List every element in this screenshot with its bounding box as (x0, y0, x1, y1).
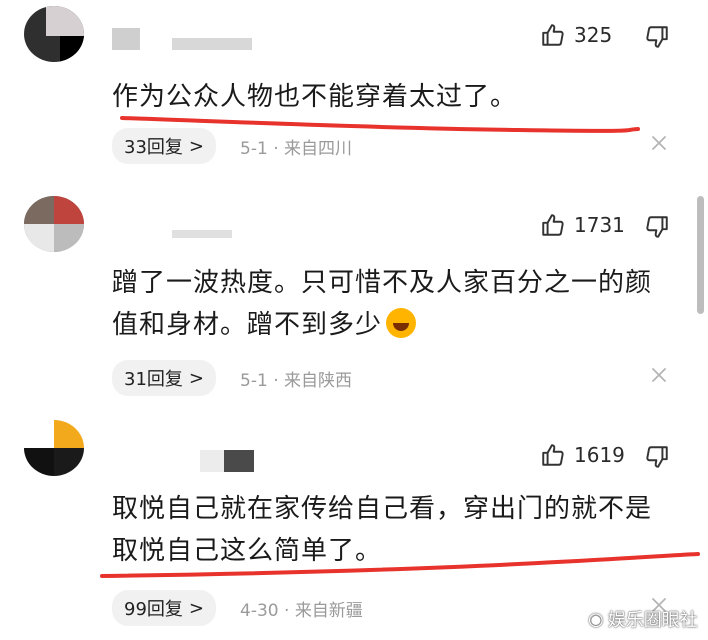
thumbs-up-icon (542, 444, 564, 466)
comment-date: 5-1 (240, 370, 268, 391)
reply-label: 99回复 (124, 599, 183, 620)
scrollbar[interactable] (697, 196, 704, 314)
reply-label: 33回复 (124, 137, 183, 158)
thumbs-down-icon (646, 216, 668, 238)
username[interactable] (112, 218, 252, 240)
separator-dot: · (273, 370, 279, 391)
thumbs-up-icon (542, 214, 564, 236)
username[interactable] (112, 28, 252, 50)
separator-dot: · (273, 138, 279, 159)
username[interactable] (112, 450, 254, 472)
comment-date: 4-30 (240, 600, 279, 621)
comment-text-line: 取悦自己就在家传给自己看，穿出门的就不是 (112, 494, 653, 524)
close-icon[interactable] (650, 134, 668, 152)
thumbs-down-icon (646, 26, 668, 48)
thumbs-up-icon (542, 24, 564, 46)
dislike-button[interactable] (644, 24, 670, 54)
dislike-button[interactable] (644, 214, 670, 244)
meta-info: 4-30 · 来自新疆 (240, 596, 363, 621)
chevron-right-icon: > (188, 135, 204, 157)
laughing-emoji-icon (386, 308, 417, 338)
chevron-right-icon: > (188, 597, 204, 619)
reply-label: 31回复 (124, 369, 183, 390)
avatar[interactable] (24, 420, 84, 476)
meta-info: 5-1 · 来自四川 (240, 134, 352, 159)
weibo-icon: ◉ (588, 608, 604, 630)
close-icon[interactable] (650, 366, 668, 384)
like-count: 325 (574, 23, 613, 47)
like-count: 1619 (574, 443, 625, 467)
reply-button[interactable]: 31回复 > (112, 360, 216, 396)
comment-text-line: 值和身材。蹭不到多少 (112, 304, 672, 346)
like-count: 1731 (574, 213, 625, 237)
watermark: ◉ 娱乐圈眼社 (588, 606, 698, 632)
comment-text-line: 蹭了一波热度。只可惜不及人家百分之一的颜 (112, 268, 653, 298)
watermark-text: 娱乐圈眼社 (607, 610, 698, 631)
dislike-button[interactable] (644, 444, 670, 474)
comment-location: 来自新疆 (294, 600, 363, 621)
reply-button[interactable]: 99回复 > (112, 590, 216, 626)
comment-location: 来自陕西 (284, 370, 352, 391)
separator-dot: · (284, 600, 290, 621)
comment-meta: 99回复 > 4-30 · 来自新疆 (112, 590, 363, 626)
red-underline (100, 552, 700, 578)
comment-location: 来自四川 (284, 138, 352, 159)
chevron-right-icon: > (188, 367, 204, 389)
like-button[interactable]: 1619 (540, 442, 625, 468)
comment-date: 5-1 (240, 138, 268, 159)
like-button[interactable]: 325 (540, 22, 612, 48)
avatar[interactable] (24, 196, 84, 252)
like-button[interactable]: 1731 (540, 212, 625, 238)
thumbs-down-icon (646, 446, 668, 468)
comment-text: 蹭了一波热度。只可惜不及人家百分之一的颜 值和身材。蹭不到多少 (112, 262, 672, 346)
meta-info: 5-1 · 来自陕西 (240, 366, 352, 391)
comment-meta: 33回复 > 5-1 · 来自四川 (112, 128, 352, 164)
comment-meta: 31回复 > 5-1 · 来自陕西 (112, 360, 352, 396)
avatar[interactable] (24, 6, 84, 62)
reply-button[interactable]: 33回复 > (112, 128, 216, 164)
